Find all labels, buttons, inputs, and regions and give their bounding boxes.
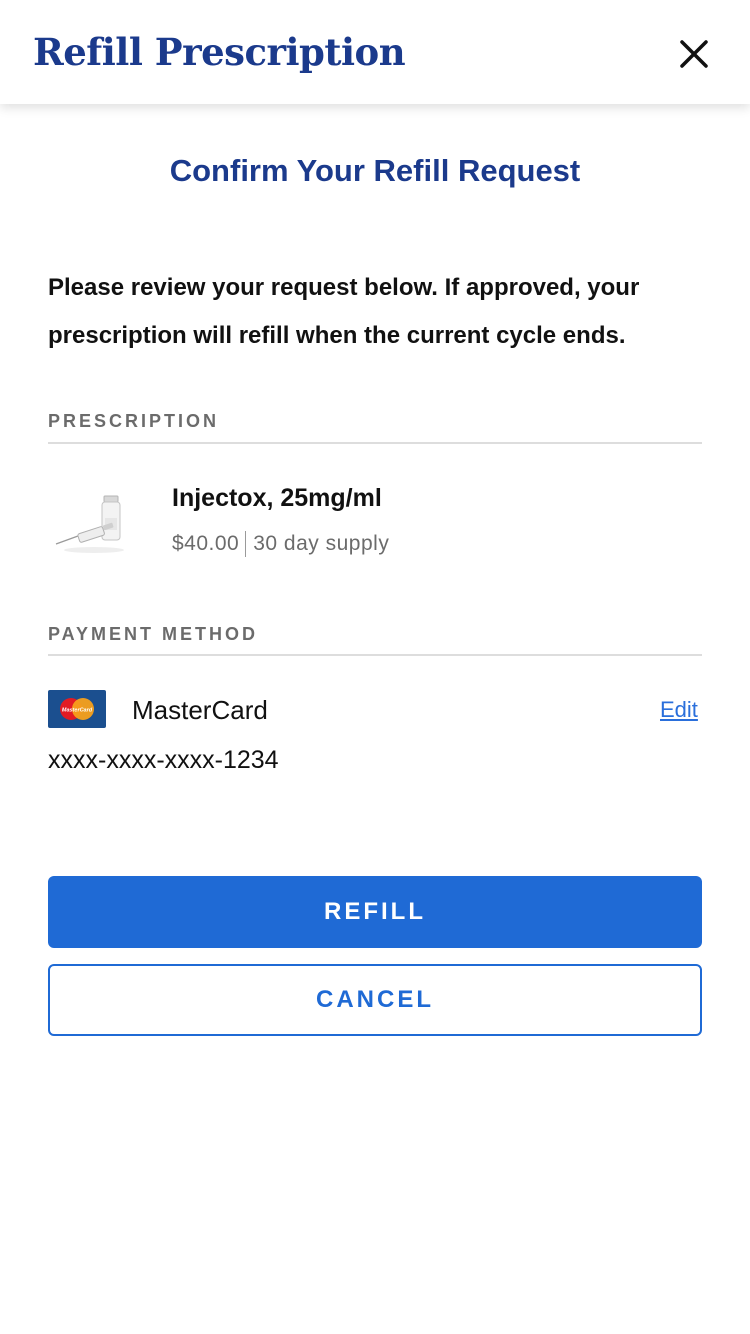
intro-text: Please review your request below. If app…: [48, 274, 640, 349]
divider: [48, 654, 702, 656]
confirm-title: Confirm Your Refill Request: [169, 153, 581, 188]
app-header: Refill Prescription: [0, 0, 750, 104]
edit-payment-link[interactable]: Edit: [660, 697, 698, 723]
close-button[interactable]: [672, 32, 716, 76]
mastercard-logo: MasterCard: [48, 690, 106, 728]
prescription-meta: $40.00 30 day supply: [172, 531, 389, 557]
meta-separator: [245, 531, 247, 557]
card-logo-text: MasterCard: [62, 708, 93, 714]
card-number: xxxx-xxxx-xxxx-1234: [48, 746, 279, 774]
close-icon: [680, 40, 708, 68]
prescription-price: $40.00: [172, 532, 240, 555]
prescription-name: Injectox, 25mg/ml: [172, 484, 382, 512]
prescription-section-label: PRESCRIPTION: [48, 411, 220, 431]
refill-button[interactable]: REFILL: [48, 876, 702, 948]
payment-section-label: PAYMENT METHOD: [48, 624, 259, 644]
card-name: MasterCard: [132, 695, 268, 725]
divider: [48, 442, 702, 444]
cancel-button[interactable]: CANCEL: [48, 964, 702, 1036]
page-title: Refill Prescription: [33, 30, 406, 74]
syringe-vial-image: [48, 484, 140, 560]
prescription-supply: 30 day supply: [253, 532, 390, 555]
